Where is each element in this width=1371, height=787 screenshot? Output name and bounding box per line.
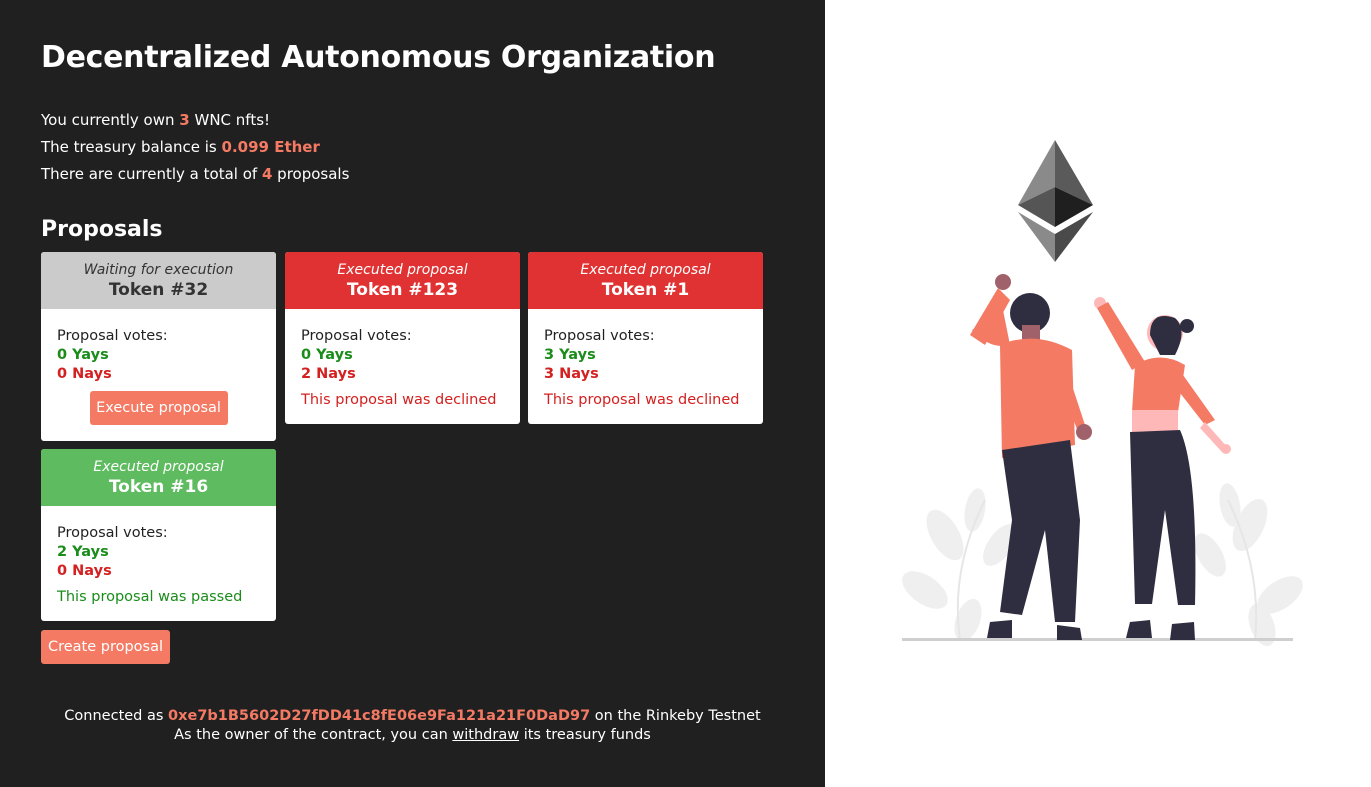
proposal-card-body: Proposal votes: 0 Yays 2 Nays This propo… [285, 309, 520, 408]
proposal-count: 4 [261, 165, 273, 183]
yays-count: 0 Yays [301, 347, 353, 363]
nft-count: 3 [179, 111, 190, 129]
yays-count: 0 Yays [57, 347, 109, 363]
nays-count: 3 Nays [544, 366, 599, 382]
celebration-illustration [902, 140, 1303, 647]
proposal-token: Token #1 [601, 280, 690, 300]
treasury-balance-text: The treasury balance is 0.099 Ether [41, 138, 320, 156]
proposal-card-header: Executed proposal Token #123 [285, 252, 520, 309]
illustration-panel [825, 0, 1371, 787]
votes-label: Proposal votes: [57, 328, 168, 344]
proposal-token: Token #16 [108, 477, 209, 497]
proposal-result: This proposal was passed [57, 589, 243, 605]
proposal-result: This proposal was declined [301, 392, 497, 408]
nays-count: 0 Nays [57, 366, 112, 382]
dao-panel: Decentralized Autonomous Organization Yo… [0, 0, 825, 787]
page-title: Decentralized Autonomous Organization [41, 40, 716, 75]
proposal-status: Executed proposal [580, 262, 711, 278]
proposals-heading: Proposals [41, 217, 163, 242]
withdraw-link[interactable]: withdraw [452, 727, 519, 743]
proposal-token: Token #123 [346, 280, 459, 300]
execute-proposal-button[interactable]: Execute proposal [89, 391, 228, 425]
wallet-address: 0xe7b1B5602D27fDD41c8fE06e9Fa121a21F0DaD… [168, 708, 591, 724]
proposal-status: Executed proposal [93, 459, 224, 475]
proposal-card: Executed proposal Token #1 Proposal vote… [528, 252, 763, 424]
owner-info: As the owner of the contract, you can wi… [174, 727, 651, 743]
proposal-card-body: Proposal votes: 2 Yays 0 Nays This propo… [41, 506, 276, 605]
ethereum-icon [1018, 140, 1093, 262]
proposal-card-body: Proposal votes: 3 Yays 3 Nays This propo… [528, 309, 763, 408]
proposal-card: Executed proposal Token #123 Proposal vo… [285, 252, 520, 424]
votes-label: Proposal votes: [301, 328, 412, 344]
proposal-status: Executed proposal [337, 262, 468, 278]
create-proposal-button[interactable]: Create proposal [41, 630, 170, 664]
proposal-result: This proposal was declined [544, 392, 740, 408]
proposal-total-text: There are currently a total of 4 proposa… [41, 165, 350, 183]
proposal-token: Token #32 [108, 280, 209, 300]
proposal-card: Executed proposal Token #16 Proposal vot… [41, 449, 276, 621]
proposal-card-header: Executed proposal Token #16 [41, 449, 276, 506]
proposal-card-body: Proposal votes: 0 Yays 0 Nays Execute pr… [41, 309, 276, 425]
man-figure [970, 274, 1092, 640]
nays-count: 2 Nays [301, 366, 356, 382]
proposal-card-header: Waiting for execution Token #32 [41, 252, 276, 309]
nays-count: 0 Nays [57, 563, 112, 579]
votes-label: Proposal votes: [544, 328, 655, 344]
connection-info: Connected as 0xe7b1B5602D27fDD41c8fE06e9… [64, 708, 761, 724]
votes-label: Proposal votes: [57, 525, 168, 541]
proposal-card: Waiting for execution Token #32 Proposal… [41, 252, 276, 441]
proposal-card-header: Executed proposal Token #1 [528, 252, 763, 309]
treasury-balance: 0.099 Ether [221, 138, 320, 156]
nft-ownership-text: You currently own 3 WNC nfts! [41, 111, 271, 129]
proposal-status: Waiting for execution [83, 262, 234, 278]
yays-count: 3 Yays [544, 347, 596, 363]
woman-figure [1094, 297, 1231, 640]
yays-count: 2 Yays [57, 544, 109, 560]
ground-line [902, 638, 1293, 641]
